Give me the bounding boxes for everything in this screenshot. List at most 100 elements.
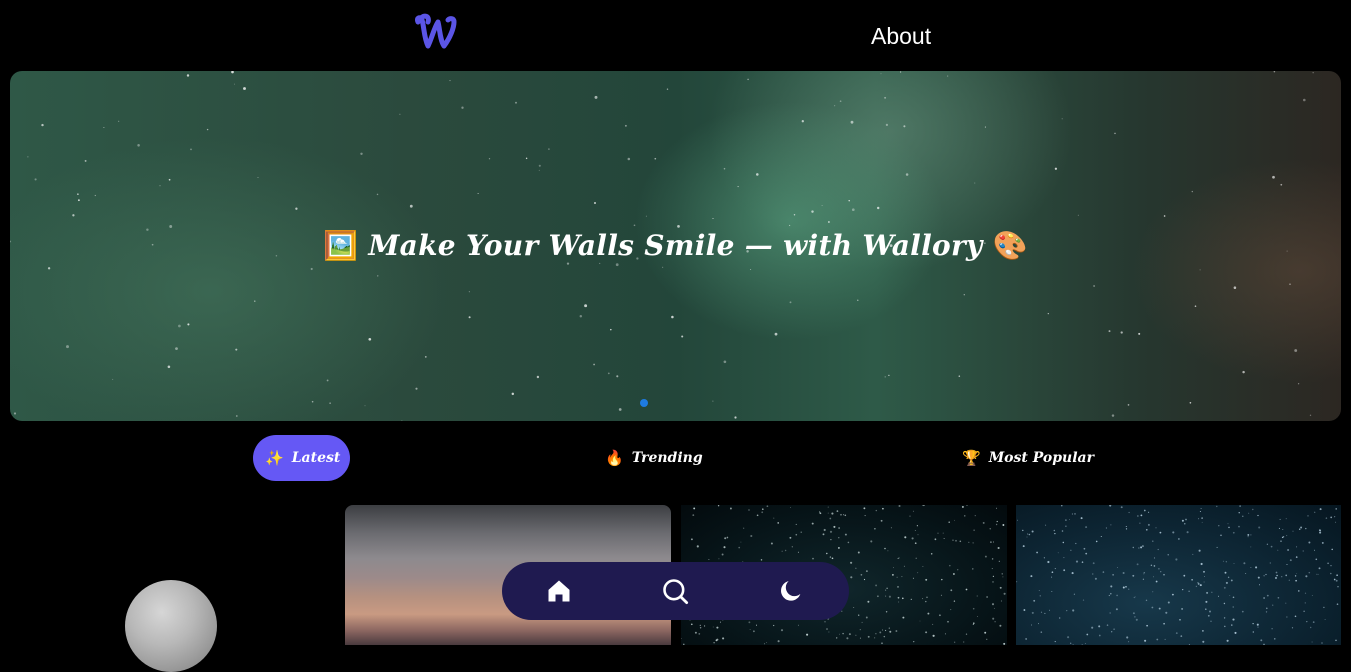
star (1033, 599, 1036, 602)
search-icon[interactable] (659, 575, 691, 607)
star (690, 623, 693, 626)
star (1238, 512, 1240, 514)
star (1222, 560, 1224, 562)
tab-trending[interactable]: 🔥 Trending (605, 435, 703, 481)
star (699, 627, 702, 629)
star (831, 557, 834, 560)
about-link[interactable]: About (871, 22, 931, 50)
star (738, 546, 741, 549)
star (1153, 565, 1156, 567)
star (1082, 599, 1085, 601)
star (829, 517, 832, 520)
star (834, 105, 836, 107)
star (902, 597, 904, 600)
star (1205, 600, 1208, 603)
star (708, 559, 710, 560)
star (827, 512, 829, 514)
star (950, 609, 952, 611)
star (1144, 639, 1147, 642)
star (538, 164, 541, 167)
star (1281, 576, 1283, 578)
star (1218, 525, 1220, 527)
star (902, 616, 905, 619)
star (1109, 612, 1111, 614)
star (954, 641, 956, 643)
star (1038, 589, 1040, 592)
star (1319, 531, 1322, 534)
wallpaper-tile-night-sky[interactable] (1016, 505, 1341, 645)
star (1197, 582, 1200, 585)
tab-most-popular[interactable]: 🏆 Most Popular (962, 435, 1094, 481)
slide-indicator[interactable] (640, 399, 648, 407)
star (1306, 620, 1308, 623)
star (1257, 576, 1260, 579)
star (952, 573, 955, 575)
star (1205, 608, 1207, 610)
star (84, 159, 87, 162)
star (888, 627, 890, 629)
star (1172, 531, 1175, 534)
star (1115, 608, 1118, 611)
star (964, 515, 966, 517)
star (722, 637, 725, 640)
star (857, 551, 860, 554)
moon-icon[interactable] (775, 575, 807, 607)
star (1156, 638, 1159, 641)
star (1110, 585, 1113, 588)
star (749, 629, 751, 630)
star (839, 633, 841, 635)
star (773, 624, 775, 627)
star (1022, 545, 1025, 548)
star (994, 620, 996, 623)
star (1160, 571, 1162, 573)
star (1321, 541, 1324, 544)
star (538, 169, 540, 171)
star (1304, 592, 1307, 594)
star (1286, 563, 1288, 566)
star (1216, 505, 1218, 508)
star (723, 360, 727, 364)
star (880, 73, 882, 75)
star (1106, 624, 1109, 626)
star (897, 557, 899, 560)
star (178, 324, 181, 328)
tab-latest[interactable]: ✨ Latest (253, 435, 351, 481)
star (409, 204, 413, 208)
star (1140, 514, 1143, 517)
star (1178, 538, 1180, 540)
star (693, 507, 696, 510)
star (1282, 529, 1284, 531)
star (912, 510, 914, 512)
star (329, 402, 331, 404)
star (821, 205, 823, 206)
star (1319, 508, 1322, 511)
star (190, 148, 192, 151)
star (47, 267, 51, 270)
star (861, 621, 863, 623)
star (972, 607, 975, 610)
star (724, 537, 727, 540)
star (1239, 505, 1241, 507)
star (922, 566, 924, 568)
star (995, 523, 998, 526)
star (860, 573, 863, 576)
star (949, 564, 951, 567)
star (1138, 332, 1141, 335)
star (1274, 576, 1278, 580)
star (833, 525, 836, 528)
star (940, 594, 942, 596)
star (415, 387, 418, 390)
star (1296, 546, 1298, 548)
wallory-logo[interactable] (412, 10, 462, 54)
star (999, 624, 1002, 627)
star (879, 631, 882, 634)
star (992, 575, 995, 578)
star (1116, 594, 1118, 597)
star (777, 522, 779, 524)
star (1312, 621, 1315, 623)
star (1199, 584, 1202, 587)
star (913, 640, 915, 643)
star (704, 625, 706, 627)
star (1188, 590, 1190, 592)
home-icon[interactable] (543, 575, 575, 607)
